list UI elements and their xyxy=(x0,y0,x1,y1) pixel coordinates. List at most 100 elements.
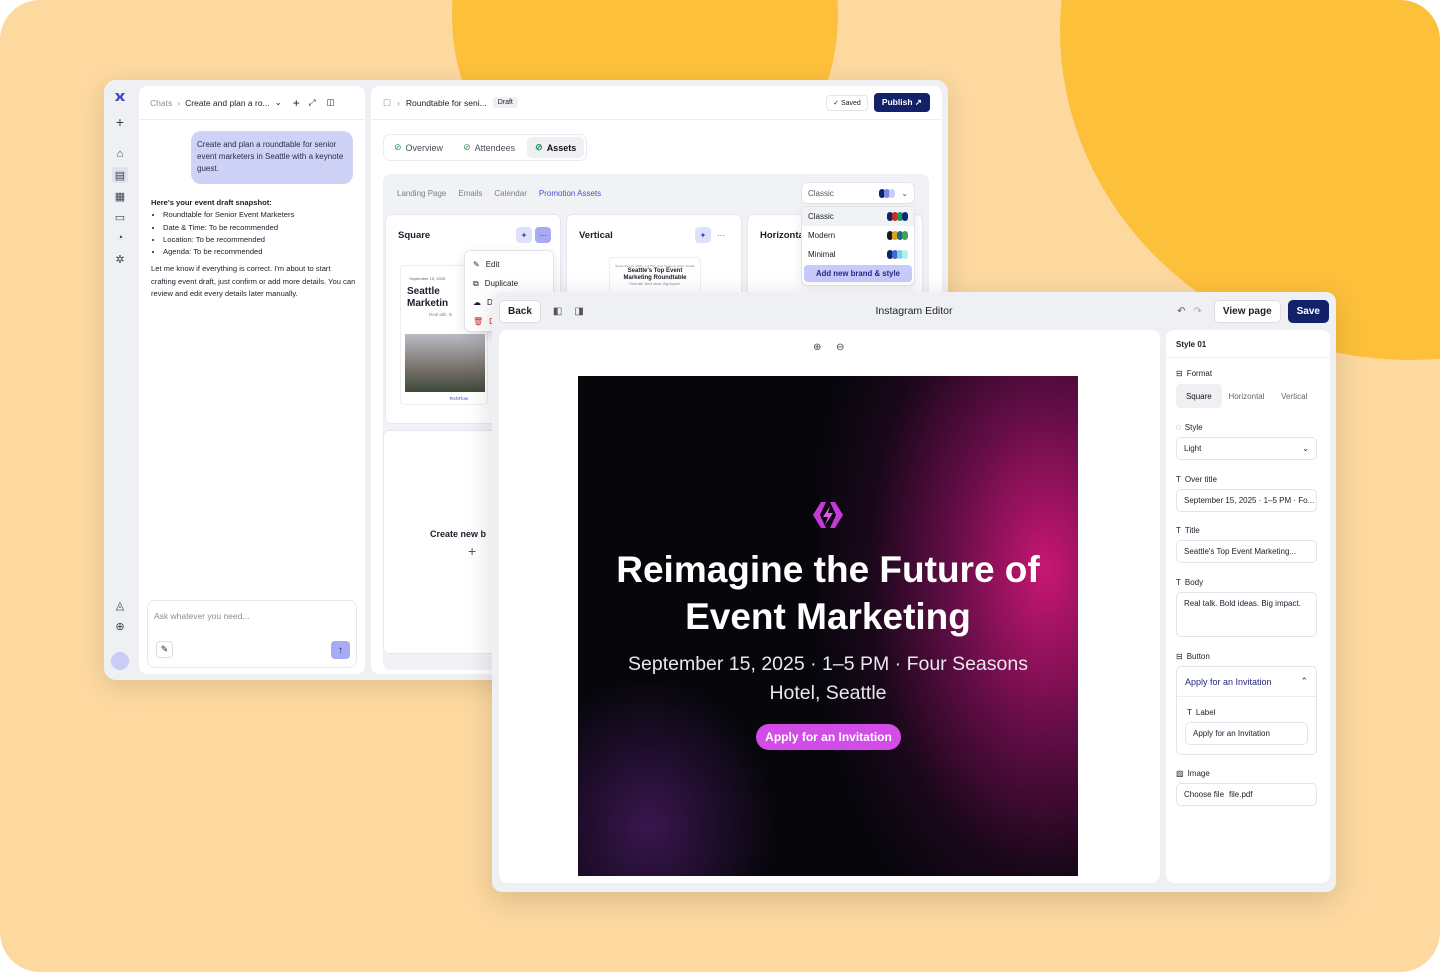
ai-edit-icon[interactable]: ✦ xyxy=(695,227,711,243)
analytics-icon[interactable]: ◔ xyxy=(112,230,128,246)
event-breadcrumb[interactable]: Roundtable for seni... xyxy=(406,98,487,108)
folder-icon[interactable]: ▭ xyxy=(112,209,128,225)
body-label: T Body xyxy=(1176,578,1203,587)
attach-icon[interactable]: ✎ xyxy=(156,641,173,658)
label: Over title xyxy=(1184,475,1217,484)
add-icon[interactable]: + xyxy=(468,543,476,559)
redo-icon[interactable]: ↷ xyxy=(1194,306,1202,317)
back-button[interactable]: Back xyxy=(499,299,541,323)
tab-label: Overview xyxy=(405,142,444,153)
instagram-poster[interactable]: Reimagine the Future of Event Marketing … xyxy=(578,376,1078,876)
breadcrumb-root[interactable]: Chats xyxy=(150,98,172,108)
format-vertical[interactable]: Vertical xyxy=(1271,384,1317,408)
view-page-button[interactable]: View page xyxy=(1213,299,1281,323)
layout-right-icon[interactable]: ◨ xyxy=(574,306,583,317)
chat-header: Chats › Create and plan a ro... ⌄ + ⤢ ◫ xyxy=(139,86,365,120)
home-icon[interactable]: ⌂ xyxy=(112,146,128,162)
trash-icon: 🗑 xyxy=(473,317,484,326)
download-icon: ☁ xyxy=(473,298,481,307)
tab-attendees[interactable]: ⊘ Attendees xyxy=(455,137,523,158)
menu-label: Duplicate xyxy=(484,279,519,288)
option-modern[interactable]: Modern xyxy=(802,226,914,245)
add-icon[interactable]: + xyxy=(293,96,300,110)
publish-button[interactable]: Publish ↗ xyxy=(873,93,930,112)
undo-icon[interactable]: ↶ xyxy=(1177,306,1185,317)
expand-icon[interactable]: ⤢ xyxy=(309,97,316,108)
document-icon[interactable]: ▦ xyxy=(112,188,128,204)
calendar-icon[interactable]: ▤ xyxy=(112,167,128,183)
format-square[interactable]: Square xyxy=(1176,384,1222,408)
brand-logo-icon xyxy=(813,502,843,528)
text-icon: T xyxy=(1187,708,1192,717)
assistant-message: Here's your event draft snapshot: Roundt… xyxy=(151,197,357,300)
city-image xyxy=(405,334,485,392)
option-minimal[interactable]: Minimal xyxy=(802,245,914,264)
button-label-input[interactable]: Apply for an Invitation xyxy=(1185,722,1308,745)
notification-icon[interactable]: ◬ xyxy=(112,597,128,613)
card-title: Horizonta xyxy=(760,230,804,241)
chat-input-placeholder: Ask whatever you need... xyxy=(154,611,250,621)
option-label: Minimal xyxy=(808,250,836,259)
send-button[interactable]: ↑ xyxy=(331,641,350,659)
subtab-promotion-assets[interactable]: Promotion Assets xyxy=(539,189,601,198)
chat-title[interactable]: Create and plan a ro... xyxy=(185,98,270,108)
save-button[interactable]: Save xyxy=(1287,299,1329,323)
option-label: Modern xyxy=(808,231,836,240)
image-section-label: ▨ Image xyxy=(1176,769,1210,778)
new-chat-icon[interactable]: + xyxy=(112,114,128,130)
title-input[interactable]: Seattle's Top Event Marketing... xyxy=(1176,540,1317,563)
image-file-input[interactable]: Choose file file.pdf xyxy=(1176,783,1317,806)
preview-title: Seattle's Top Event Marketing Roundtable xyxy=(623,268,687,281)
brand-style-select[interactable]: Classic ⌄ xyxy=(801,182,915,204)
editor-toolbar: Back ◧ ◨ ↶ ↷ View page Save xyxy=(492,292,1336,330)
add-brand-style-button[interactable]: Add new brand & style xyxy=(804,265,912,282)
format-icon: ⊟ xyxy=(1176,369,1183,378)
style-select[interactable]: Light ⌄ xyxy=(1176,437,1317,460)
subtab-calendar[interactable]: Calendar xyxy=(494,189,526,198)
subtab-landing-page[interactable]: Landing Page xyxy=(397,189,446,198)
poster-cta-button[interactable]: Apply for an Invitation xyxy=(756,724,901,750)
tab-label: Assets xyxy=(546,142,577,153)
sidebar-toggle-icon[interactable]: ◫ xyxy=(327,97,335,108)
chevron-right-icon: › xyxy=(397,97,400,108)
list-item: Agenda: To be recommended xyxy=(163,246,357,258)
over-title-input[interactable]: September 15, 2025 · 1–5 PM · Fo... xyxy=(1176,489,1317,512)
ai-edit-icon[interactable]: ✦ xyxy=(516,227,532,243)
palette-icon: ◌ xyxy=(1176,423,1181,432)
avatar[interactable] xyxy=(111,652,129,670)
app-logo-icon[interactable] xyxy=(112,89,128,105)
zoom-out-icon[interactable]: ⊖ xyxy=(836,342,844,353)
pencil-icon: ✎ xyxy=(473,260,480,269)
event-header: ▢ › Roundtable for seni... Draft ✓ Saved… xyxy=(371,86,942,120)
chat-input[interactable]: Ask whatever you need... ✎ ↑ xyxy=(147,600,357,668)
layout-left-icon[interactable]: ◧ xyxy=(553,306,562,317)
style-name: Style 01 xyxy=(1176,340,1207,349)
tab-assets[interactable]: ⊘ Assets xyxy=(527,137,585,158)
format-horizontal[interactable]: Horizontal xyxy=(1224,384,1270,408)
saved-label: Saved xyxy=(840,99,861,107)
zoom-in-icon[interactable]: ⊕ xyxy=(813,342,821,353)
button-accordion-header[interactable]: Apply for an Invitation ⌃ xyxy=(1177,667,1316,697)
icon-rail: + ⌂ ▤ ▦ ▭ ◔ ✲ ◬ ⊕ xyxy=(104,80,136,680)
choose-file-button[interactable]: Choose file xyxy=(1184,790,1224,799)
body-textarea[interactable]: Real talk. Bold ideas. Big impact. xyxy=(1176,592,1317,637)
settings-icon[interactable]: ✲ xyxy=(112,251,128,267)
accordion-title: Apply for an Invitation xyxy=(1185,676,1272,687)
publish-label: Publish xyxy=(881,97,913,107)
menu-item-edit[interactable]: ✎ Edit xyxy=(465,255,553,274)
tab-overview[interactable]: ⊘ Overview xyxy=(386,137,451,158)
subtab-emails[interactable]: Emails xyxy=(458,189,482,198)
label: Style xyxy=(1184,423,1203,432)
menu-item-duplicate[interactable]: ⧉ Duplicate xyxy=(465,274,553,293)
globe-icon[interactable]: ⊕ xyxy=(112,618,128,634)
vertical-preview: September 15, 2025 · 1-5 PM · Four Seaso… xyxy=(609,257,701,297)
preview-body: Real talk. B xyxy=(429,312,453,317)
more-icon[interactable]: ··· xyxy=(535,227,551,243)
preview-body: Real talk. Bold ideas. Big impact. xyxy=(629,282,681,286)
chevron-down-icon[interactable]: ⌄ xyxy=(275,97,282,108)
option-label: Classic xyxy=(808,212,834,221)
snapshot-title: Here's your event draft snapshot: xyxy=(151,198,272,207)
chevron-down-icon: ⌄ xyxy=(1302,444,1309,453)
more-icon[interactable]: ··· xyxy=(713,227,729,243)
option-classic[interactable]: Classic xyxy=(802,207,914,226)
